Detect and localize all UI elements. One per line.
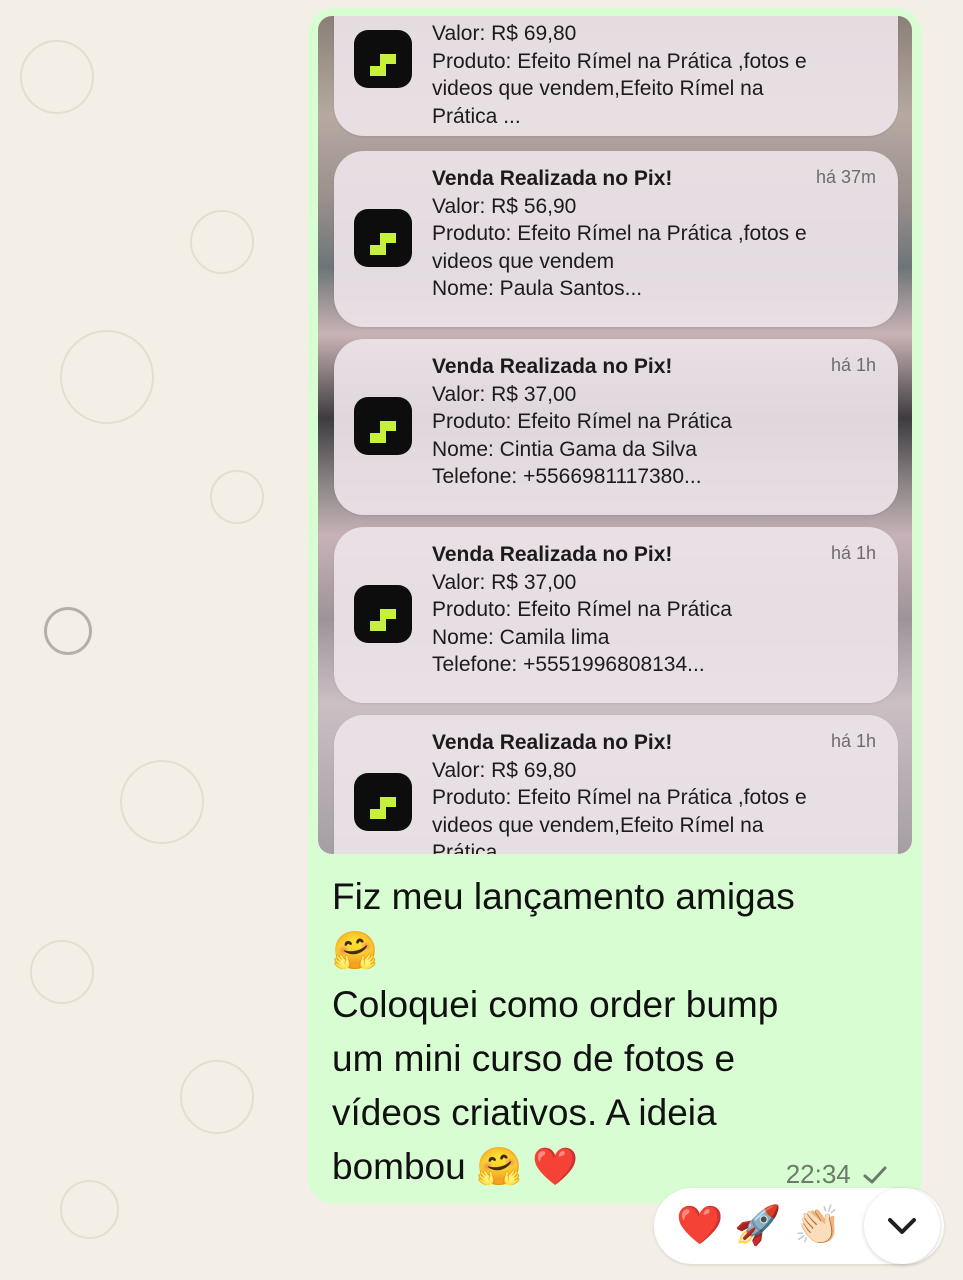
notifications-screenshot-image[interactable]: Valor: R$ 69,80 Produto: Efeito Rímel na… [318,16,912,854]
notification-line: Prática ... [432,104,521,128]
notification-line: Produto: Efeito Rímel na Prática ,fotos … [432,49,807,73]
notification-line: Nome: Paula Santos... [432,277,643,300]
chevron-down-icon [888,1218,916,1234]
notification-title: Venda Realizada no Pix! [432,167,673,190]
message-text: Fiz meu lançamento amigas 🤗 Coloquei com… [332,870,892,1194]
notification-time: há 1h [830,731,876,751]
notification-line: Produto: Efeito Rímel na Prática ,fotos … [432,222,807,245]
app-icon [354,773,412,831]
message-line: um mini curso de fotos e [332,1038,736,1079]
message-line: Coloquei como order bump [332,984,779,1025]
notification-line: Valor: R$ 56,90 [432,194,577,218]
notification-card: Venda Realizada no Pix! Valor: R$ 37,00 … [334,339,898,515]
reaction-clap[interactable]: 👏🏻 [794,1202,841,1248]
hugging-face-emoji: 🤗 [476,1145,523,1188]
red-heart-emoji: ❤️ [532,1145,579,1188]
notification-line: Valor: R$ 69,80 [432,758,577,782]
notification-line: Produto: Efeito Rímel na Prática [432,598,732,621]
notification-line: Produto: Efeito Rímel na Prática ,fotos … [432,786,807,809]
message-select-checkbox[interactable] [44,607,92,655]
message-meta: 22:34 [786,1159,888,1190]
notification-line: videos que vendem [432,249,615,273]
notification-line: Valor: R$ 37,00 [432,382,577,406]
notification-time: há 1h [830,543,876,563]
notification-title: Venda Realizada no Pix! [432,731,673,754]
app-icon [354,397,412,455]
notification-line: videos que vendem,Efeito Rímel na [432,77,764,100]
notification-line: Nome: Cintia Gama da Silva [432,437,697,461]
notification-line: Prática ... [432,841,521,854]
single-check-icon [863,1166,887,1184]
app-icon [354,30,412,88]
notification-card: Venda Realizada no Pix! Valor: R$ 69,80 … [334,715,898,854]
reaction-rocket[interactable]: 🚀 [734,1202,781,1248]
message-bubble[interactable]: Valor: R$ 69,80 Produto: Efeito Rímel na… [308,8,922,1204]
notification-card: Valor: R$ 69,80 Produto: Efeito Rímel na… [334,16,898,136]
notification-time: há 37m [815,167,876,187]
notification-line: Telefone: +5566981117380... [432,465,702,488]
message-time: 22:34 [785,1159,851,1189]
notification-card: Venda Realizada no Pix! Valor: R$ 37,00 … [334,527,898,703]
notification-title: Venda Realizada no Pix! [432,543,673,566]
notification-time: há 1h [830,355,876,375]
notification-line: videos que vendem,Efeito Rímel na [432,813,764,837]
app-icon [354,585,412,643]
message-line: bombou [332,1146,466,1187]
notification-line: Valor: R$ 69,80 [432,22,577,45]
message-line: Fiz meu lançamento amigas [332,876,795,917]
app-icon [354,209,412,267]
notification-card: Venda Realizada no Pix! Valor: R$ 56,90 … [334,151,898,327]
notification-line: Valor: R$ 37,00 [432,570,577,594]
hugging-face-emoji: 🤗 [332,929,379,972]
notification-title: Venda Realizada no Pix! [432,355,673,378]
reaction-heart[interactable]: ❤️ [676,1202,723,1248]
notification-line: Nome: Camila lima [432,625,610,649]
notification-line: Produto: Efeito Rímel na Prática [432,410,732,433]
notification-line: Telefone: +5551996808134... [432,653,705,676]
scroll-down-button[interactable] [864,1188,940,1264]
message-line: vídeos criativos. A ideia [332,1092,717,1133]
